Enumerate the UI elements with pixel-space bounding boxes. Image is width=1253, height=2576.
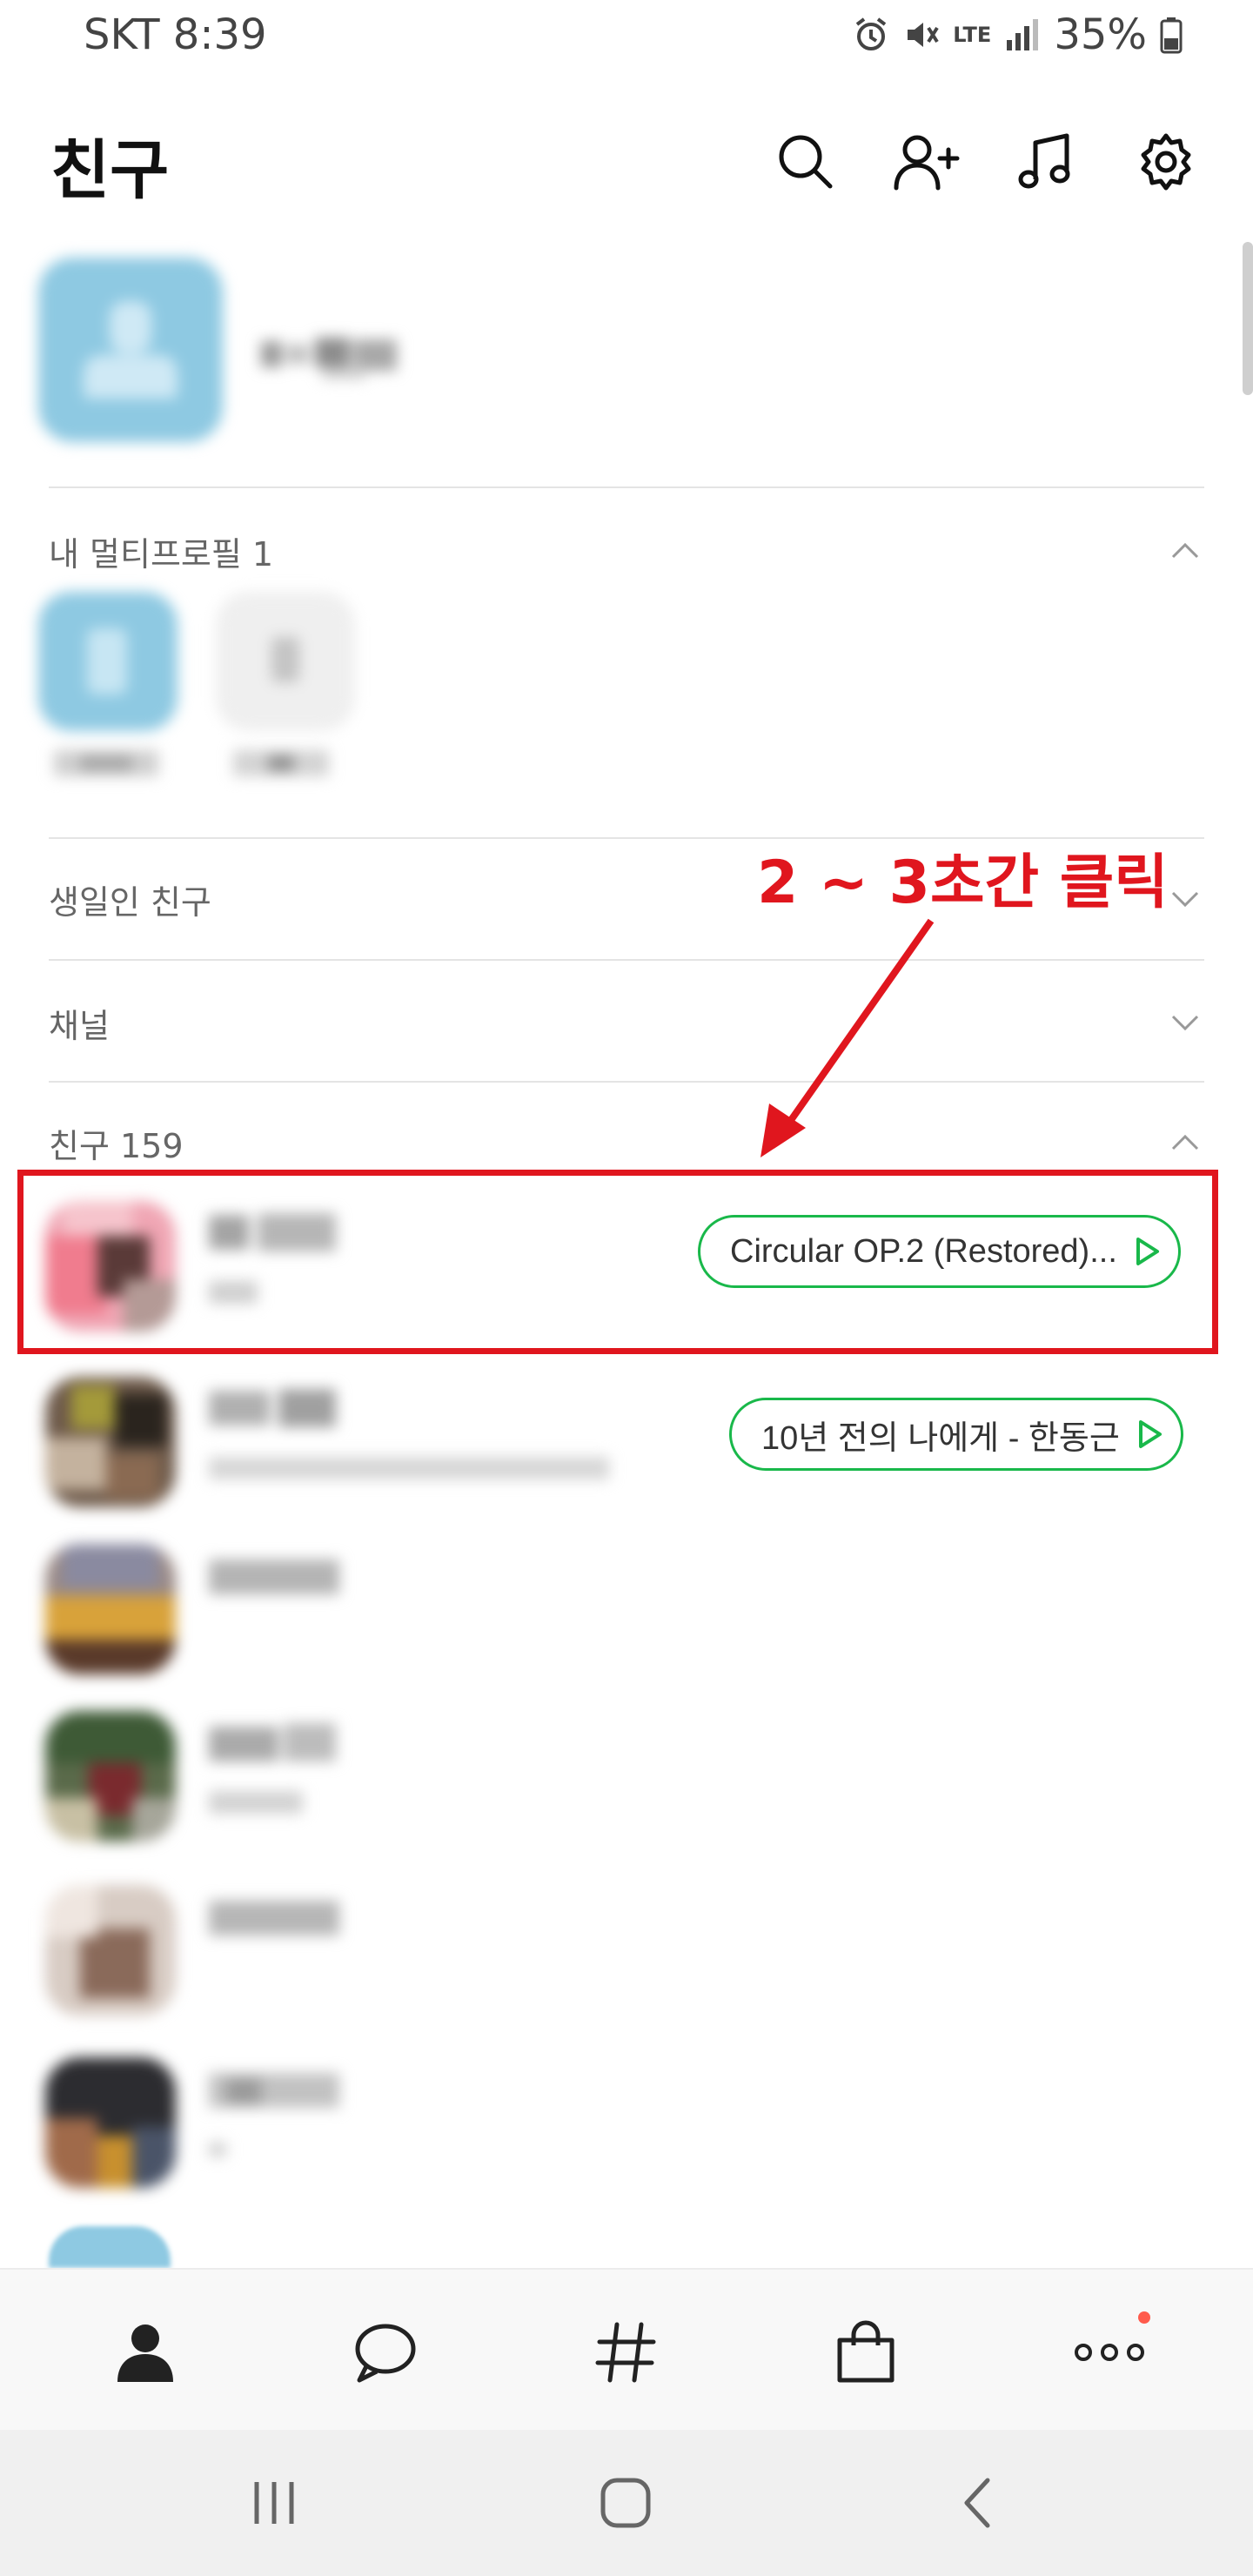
profile-music-chip[interactable]: 10년 전의 나에게 - 한동근 [729,1398,1183,1471]
highlight-box [17,1170,1218,1354]
chevron-down-icon[interactable] [1168,1004,1203,1039]
friend-avatar[interactable] [45,1885,176,2016]
friend-status-blurred [209,1457,609,1479]
chat-tab-icon[interactable] [346,2313,425,2392]
friend-avatar[interactable] [45,1544,176,1674]
friend-row[interactable]: 10년 전의 나에게 - 한동근 [0,1354,1253,1519]
play-icon [1138,1420,1162,1448]
alarm-icon [856,17,887,50]
system-nav-bar [0,2430,1253,2576]
divider [49,1081,1204,1083]
friends-tab-icon[interactable] [106,2313,184,2392]
section-multi-profile-title: 내 멀티프로필 1 [49,535,274,574]
friend-row[interactable] [0,1862,1253,2028]
settings-gear-icon[interactable] [1129,125,1203,198]
friend-avatar[interactable] [49,2226,171,2268]
friend-name-blurred [209,1901,339,1935]
shopping-bag-tab-icon[interactable] [827,2313,905,2392]
friend-row[interactable] [0,1688,1253,1854]
more-tab-icon[interactable] [1070,2311,1150,2392]
friend-name-blurred [209,2073,339,2108]
section-channels-title[interactable]: 채널 [49,999,110,1047]
search-icon[interactable] [769,125,842,198]
multi-profile-avatar[interactable] [216,592,355,731]
chevron-up-icon[interactable] [1168,1124,1203,1159]
divider [49,486,1204,488]
friend-avatar[interactable] [45,1711,176,1841]
friend-name-blurred [209,1560,339,1594]
battery-icon [1160,17,1183,54]
friend-name-blurred [209,1389,336,1427]
multi-profile-label-blurred [233,750,329,776]
recents-icon[interactable] [235,2468,313,2538]
page-title: 친구 [50,133,170,208]
annotation-text: 2 ~ 3초간 클릭 [757,849,1169,917]
bottom-tab-bar [0,2268,1253,2430]
friend-avatar[interactable] [45,2057,176,2188]
chevron-down-icon[interactable] [1168,881,1203,916]
friend-row[interactable] [0,2035,1253,2200]
music-note-icon[interactable] [1009,125,1082,198]
add-friend-icon[interactable] [889,125,962,198]
mute-icon [908,23,939,47]
friend-status-blurred [209,1791,303,1814]
my-profile-avatar[interactable] [38,258,223,442]
multi-profile-avatar[interactable] [38,592,178,731]
multi-profile-label-blurred [54,750,158,776]
divider [49,959,1204,961]
friend-avatar[interactable] [45,1377,176,1507]
signal-icon [1007,19,1039,50]
battery-percent: 35% [1054,10,1147,59]
section-birthday-title[interactable]: 생일인 친구 [49,875,211,923]
my-profile[interactable] [38,258,1204,446]
friend-row[interactable] [0,1521,1253,1687]
status-bar: SKT 8:39 LTE 35% [0,0,1253,73]
notification-dot [1138,2311,1150,2324]
hashtag-tab-icon[interactable] [586,2313,665,2392]
app-header: 친구 [0,104,1253,218]
scrollbar[interactable] [1243,242,1253,395]
my-profile-name-blurred [261,338,397,379]
network-type: LTE [953,23,992,47]
chevron-up-icon[interactable] [1168,533,1203,567]
profile-music-title: 10년 전의 나에게 - 한동근 [761,1419,1120,1457]
back-icon[interactable] [938,2468,1016,2538]
home-icon[interactable] [586,2468,665,2538]
section-friends-title: 친구 159 [49,1127,184,1165]
friend-status-blurred [209,2143,226,2157]
friend-name-blurred [209,1723,336,1761]
carrier-time: SKT 8:39 [84,10,267,59]
